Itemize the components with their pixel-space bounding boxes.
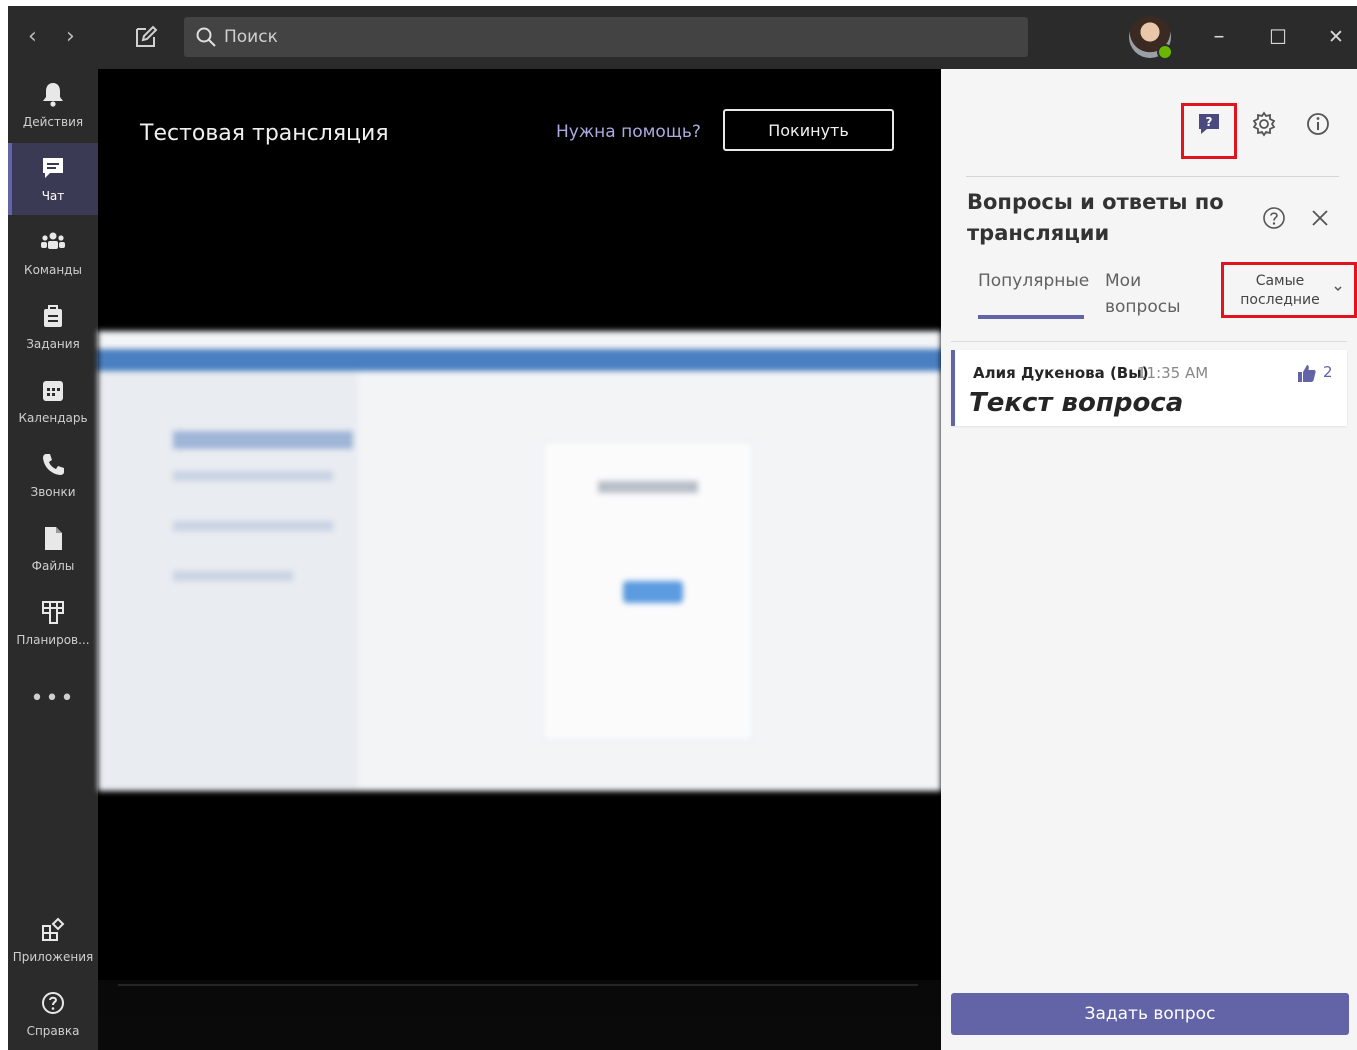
search-icon (196, 27, 216, 47)
apps-icon (42, 917, 65, 941)
video-controls[interactable] (98, 980, 941, 1050)
video-blurred-button (623, 581, 683, 603)
video-blurred-bar (98, 349, 941, 371)
tabs-divider (951, 341, 1347, 342)
rail-item-assignments[interactable]: Задания (8, 291, 98, 363)
bell-icon (43, 83, 63, 107)
video-blurred-block (173, 471, 333, 481)
close-icon[interactable] (1307, 205, 1333, 231)
maximize-button[interactable]: ☐ (1261, 20, 1295, 54)
thumbs-up-icon[interactable] (1295, 362, 1317, 384)
question-card[interactable]: Алия Дукенова (Вы) 11:35 AM Текст вопрос… (951, 350, 1347, 426)
rail-item-files[interactable]: Файлы (8, 513, 98, 585)
chat-icon (43, 158, 63, 178)
rail-item-activity[interactable]: Действия (8, 69, 98, 141)
rail-item-chat[interactable]: Чат (8, 143, 98, 215)
presence-available-icon (1157, 44, 1173, 60)
forward-arrow-icon[interactable]: › (66, 24, 75, 50)
video-progress-track[interactable] (118, 984, 918, 986)
sort-dropdown[interactable]: Самые последние (1221, 262, 1357, 318)
video-blurred-block (173, 431, 353, 449)
question-author: Алия Дукенова (Вы) (973, 364, 1149, 382)
rail-item-label: Календарь (18, 411, 88, 425)
rail-item-label: Планиров... (16, 633, 90, 647)
file-icon (45, 527, 62, 550)
rail-item-label: Команды (24, 263, 82, 277)
more-apps-button[interactable]: ••• (8, 686, 98, 711)
search-box[interactable] (184, 17, 1028, 57)
qa-title: Вопросы и ответы по трансляции (967, 190, 1224, 245)
rail-item-apps[interactable]: Приложения (8, 904, 98, 976)
video-player[interactable] (98, 331, 941, 791)
rail-item-label: Справка (26, 1024, 80, 1038)
search-input[interactable] (224, 17, 1004, 57)
ask-question-button[interactable]: Задать вопрос (951, 993, 1349, 1035)
pane-divider (966, 176, 1339, 177)
video-blurred-block (598, 481, 698, 493)
rail-item-help[interactable]: Справка (8, 978, 98, 1050)
help-icon[interactable] (1261, 205, 1287, 231)
qa-pane: ? Вопросы и ответы по трансляции Популяр… (941, 69, 1357, 1050)
rail-item-teams[interactable]: Команды (8, 217, 98, 289)
rail-item-planner[interactable]: Планиров... (8, 587, 98, 659)
rail-item-label: Файлы (31, 559, 75, 573)
question-text: Текст вопроса (969, 388, 1184, 418)
phone-icon (43, 454, 64, 475)
video-blurred-block (173, 571, 293, 581)
qa-icon-highlight (1181, 103, 1237, 159)
leave-button[interactable]: Покинуть (723, 109, 894, 151)
rail-item-label: Чат (41, 189, 65, 203)
close-button[interactable]: ✕ (1319, 20, 1353, 54)
sort-dropdown-label: Самые последние (1240, 273, 1320, 308)
question-time: 11:35 AM (1137, 364, 1209, 382)
compose-icon[interactable] (132, 23, 160, 51)
tab-my-questions[interactable]: Мои вопросы (1105, 268, 1195, 320)
rail-item-calendar[interactable]: Календарь (8, 365, 98, 437)
like-count: 2 (1323, 363, 1333, 381)
gear-icon[interactable] (1249, 109, 1279, 139)
broadcast-title: Тестовая трансляция (140, 121, 389, 146)
help-circle-icon (42, 992, 64, 1014)
video-blurred-block (173, 521, 333, 531)
tab-active-indicator (978, 315, 1084, 319)
calendar-icon (43, 381, 63, 401)
avatar[interactable] (1129, 16, 1173, 60)
assignments-icon (44, 305, 62, 327)
rail-item-label: Действия (22, 115, 84, 129)
broadcast-stage: Тестовая трансляция Нужна помощь? Покину… (98, 69, 941, 1050)
back-arrow-icon[interactable]: ‹ (28, 24, 37, 50)
minimize-button[interactable]: – (1202, 20, 1236, 54)
rail-item-calls[interactable]: Звонки (8, 439, 98, 511)
teams-icon (41, 232, 65, 249)
info-icon[interactable] (1303, 109, 1333, 139)
help-link[interactable]: Нужна помощь? (556, 122, 701, 142)
left-rail: Действия Чат Команды Задания Календарь З… (8, 69, 98, 1050)
rail-item-label: Задания (26, 337, 80, 351)
tab-popular[interactable]: Популярные (978, 268, 1089, 294)
title-bar: ‹ › – ☐ ✕ (8, 6, 1357, 69)
planner-icon (42, 601, 64, 624)
chevron-down-icon (1334, 286, 1342, 292)
rail-item-label: Звонки (30, 485, 76, 499)
rail-item-label: Приложения (12, 950, 94, 964)
